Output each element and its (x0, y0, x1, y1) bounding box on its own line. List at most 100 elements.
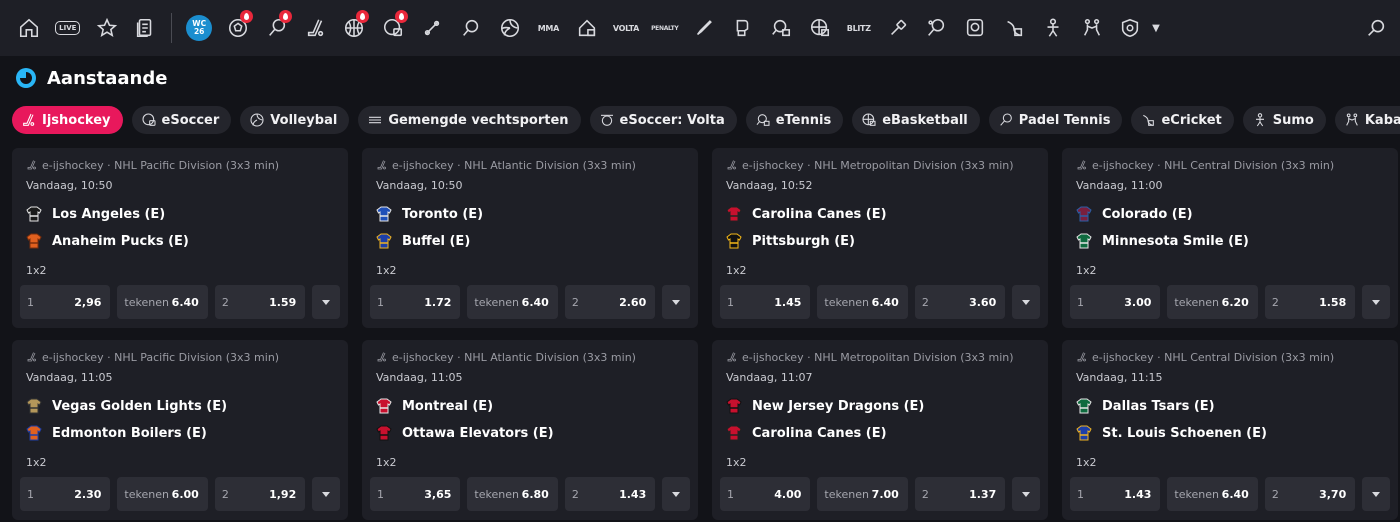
home-team[interactable]: Dallas Tsars (E) (1070, 396, 1390, 416)
home-icon[interactable] (10, 9, 48, 47)
odd-button-home[interactable]: 1 3,65 (370, 477, 461, 511)
more-markets-chevron-down-icon[interactable] (662, 477, 690, 511)
soccer-icon[interactable] (219, 9, 257, 47)
more-markets-chevron-down-icon[interactable] (1012, 285, 1040, 319)
table-tennis-icon[interactable] (413, 9, 451, 47)
away-team[interactable]: Edmonton Boilers (E) (20, 423, 340, 443)
ping-pong-icon[interactable] (452, 9, 490, 47)
odd-button-draw[interactable]: tekenen 6.00 (117, 477, 208, 511)
odd-button-home[interactable]: 1 1.45 (720, 285, 811, 319)
cricket-bat-icon[interactable] (685, 9, 723, 47)
penalty-icon[interactable]: PENALTY (646, 9, 684, 47)
mma-icon[interactable]: MMA (529, 9, 567, 47)
away-team[interactable]: Carolina Canes (E) (720, 423, 1040, 443)
boxing-glove-icon[interactable] (723, 9, 761, 47)
filter-chip-esoccer-volta[interactable]: eSoccer: Volta (589, 106, 737, 134)
search-icon[interactable] (1362, 14, 1390, 42)
odd-button-draw[interactable]: tekenen 6.40 (117, 285, 208, 319)
world-cup-icon[interactable]: WC 26 (180, 9, 218, 47)
teqball-icon[interactable] (1111, 9, 1149, 47)
odd-button-home[interactable]: 1 4.00 (720, 477, 811, 511)
filter-chip-ijshockey[interactable]: Ijshockey (12, 106, 123, 134)
more-markets-chevron-down-icon[interactable] (1362, 285, 1390, 319)
odd-button-draw[interactable]: tekenen 6.80 (467, 477, 558, 511)
odd-button-home[interactable]: 1 3.00 (1070, 285, 1161, 319)
away-team[interactable]: Minnesota Smile (E) (1070, 231, 1390, 251)
kabaddi-icon[interactable] (1073, 9, 1111, 47)
favorites-star-icon[interactable] (88, 9, 126, 47)
odd-button-home[interactable]: 1 2,96 (20, 285, 111, 319)
away-team[interactable]: Anaheim Pucks (E) (20, 231, 340, 251)
match-card[interactable]: e-ijshockey · NHL Atlantic Division (3x3… (362, 340, 698, 520)
odd-button-away[interactable]: 2 1.37 (914, 477, 1006, 511)
odd-button-home[interactable]: 1 2.30 (20, 477, 111, 511)
home-team[interactable]: Colorado (E) (1070, 204, 1390, 224)
odd-button-away[interactable]: 2 1.58 (1264, 285, 1356, 319)
filter-chip-gemengde-vechtsporten[interactable]: Gemengde vechtsporten (358, 106, 581, 134)
away-team[interactable]: Ottawa Elevators (E) (370, 423, 690, 443)
filter-chip-esoccer[interactable]: eSoccer (131, 106, 232, 134)
filter-chip-padel-tennis[interactable]: Padel Tennis (988, 106, 1123, 134)
home-team[interactable]: Montreal (E) (370, 396, 690, 416)
odd-button-home[interactable]: 1 1.72 (370, 285, 461, 319)
more-markets-chevron-down-icon[interactable] (1012, 477, 1040, 511)
home-team[interactable]: New Jersey Dragons (E) (720, 396, 1040, 416)
odd-button-away[interactable]: 2 3,70 (1264, 477, 1356, 511)
away-team[interactable]: Pittsburgh (E) (720, 231, 1040, 251)
odd-button-draw[interactable]: tekenen 7.00 (817, 477, 908, 511)
odd-button-draw[interactable]: tekenen 6.20 (1167, 285, 1258, 319)
match-card[interactable]: e-ijshockey · NHL Atlantic Division (3x3… (362, 148, 698, 328)
odd-button-away[interactable]: 2 1,92 (214, 477, 306, 511)
match-card[interactable]: e-ijshockey · NHL Pacific Division (3x3 … (12, 340, 348, 520)
ebasketball-icon[interactable] (801, 9, 839, 47)
ecricket-nav-icon[interactable] (568, 9, 606, 47)
volleyball-icon[interactable] (491, 9, 529, 47)
betslip-icon[interactable] (126, 9, 164, 47)
odd-button-away[interactable]: 2 2.60 (564, 285, 656, 319)
odd-button-home[interactable]: 1 1.43 (1070, 477, 1161, 511)
basketball-icon[interactable] (335, 9, 373, 47)
odd-button-away[interactable]: 2 1.59 (214, 285, 306, 319)
odd-button-draw[interactable]: tekenen 6.40 (467, 285, 558, 319)
esoccer-icon[interactable] (374, 9, 412, 47)
home-team[interactable]: Toronto (E) (370, 204, 690, 224)
filter-chip-volleybal[interactable]: Volleybal (240, 106, 350, 134)
padel-icon[interactable] (917, 9, 955, 47)
more-markets-chevron-down-icon[interactable] (662, 285, 690, 319)
match-card[interactable]: e-ijshockey · NHL Metropolitan Division … (712, 148, 1048, 328)
filter-chip-ebasketball[interactable]: eBasketball (852, 106, 980, 134)
ice-hockey-icon[interactable] (297, 9, 335, 47)
ehockey-icon[interactable] (956, 9, 994, 47)
filter-chip-etennis[interactable]: eTennis (745, 106, 844, 134)
match-card[interactable]: e-ijshockey · NHL Central Division (3x3 … (1062, 148, 1398, 328)
odd-button-away[interactable]: 2 3.60 (914, 285, 1006, 319)
odd-button-away[interactable]: 2 1.43 (564, 477, 656, 511)
sumo-icon[interactable] (1034, 9, 1072, 47)
match-card[interactable]: e-ijshockey · NHL Pacific Division (3x3 … (12, 148, 348, 328)
tennis-icon[interactable] (258, 9, 296, 47)
home-team[interactable]: Los Angeles (E) (20, 204, 340, 224)
match-card[interactable]: e-ijshockey · NHL Central Division (3x3 … (1062, 340, 1398, 520)
market-label: 1x2 (26, 264, 47, 277)
more-markets-chevron-down-icon[interactable] (312, 477, 340, 511)
more-markets-chevron-down-icon[interactable] (312, 285, 340, 319)
filter-chip-sumo[interactable]: Sumo (1242, 106, 1326, 134)
more-markets-chevron-down-icon[interactable] (1362, 477, 1390, 511)
match-card[interactable]: e-ijshockey · NHL Metropolitan Division … (712, 340, 1048, 520)
ecricket-icon[interactable] (995, 9, 1033, 47)
odd-button-draw[interactable]: tekenen 6.40 (1167, 477, 1258, 511)
more-sports-chevron-down-icon[interactable]: ▼ (1152, 23, 1160, 34)
filter-chip-ecricket[interactable]: eCricket (1131, 106, 1234, 134)
filter-chip-kabaddi[interactable]: Kabaddi (1334, 106, 1400, 134)
home-team[interactable]: Vegas Golden Lights (E) (20, 396, 340, 416)
etennis-icon[interactable] (762, 9, 800, 47)
hot-fire-icon (356, 10, 370, 23)
home-team[interactable]: Carolina Canes (E) (720, 204, 1040, 224)
odd-button-draw[interactable]: tekenen 6.40 (817, 285, 908, 319)
dart-icon[interactable] (879, 9, 917, 47)
live-icon[interactable]: LIVE (49, 9, 87, 47)
blitz-icon[interactable]: BLITZ (840, 9, 878, 47)
volta-icon[interactable]: VOLTA (607, 9, 645, 47)
away-team[interactable]: St. Louis Schoenen (E) (1070, 423, 1390, 443)
away-team[interactable]: Buffel (E) (370, 231, 690, 251)
